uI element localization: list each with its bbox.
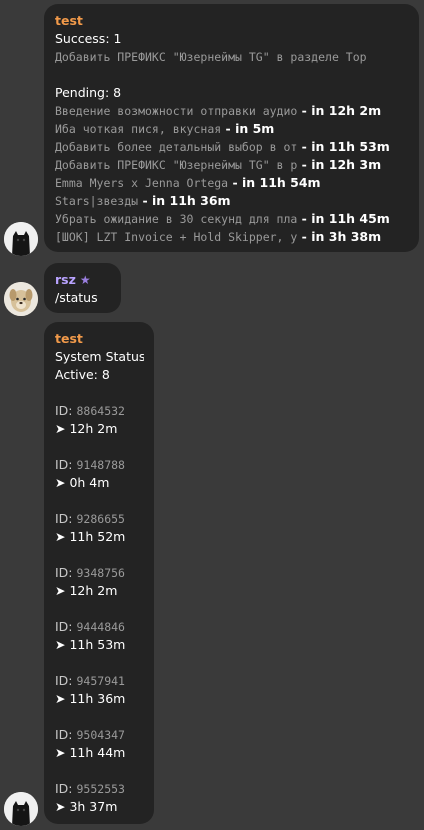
dog-avatar-icon: [4, 282, 38, 316]
pending-item: [ШОК] LZT Invoice + Hold Skipper, у - in…: [55, 228, 409, 246]
pending-item-text: Добавить ПРЕФИКС "Юзернеймы TG" в р: [55, 158, 298, 172]
status-entry-time: ➤ 3h 37m: [55, 799, 118, 814]
message-bubble-bot-report[interactable]: test Success: 1 Добавить ПРЕФИКС "Юзерне…: [44, 4, 419, 252]
pending-item-text: Иба чоткая пися, вкусная: [55, 122, 222, 136]
pending-item: Введение возможности отправки аудио - in…: [55, 102, 409, 120]
status-entry-time: ➤ 11h 36m: [55, 691, 126, 706]
id-value: 9552553: [76, 782, 125, 796]
user-avatar[interactable]: [4, 282, 38, 316]
success-item: Добавить ПРЕФИКС "Юзернеймы TG" в раздел…: [55, 50, 367, 64]
pending-item-text: [ШОК] LZT Invoice + Hold Skipper, у: [55, 230, 298, 244]
id-label: ID:: [55, 781, 77, 796]
pending-item: Emma Myers x Jenna Ortega - in 11h 54m: [55, 174, 409, 192]
success-label: Success: 1: [55, 31, 122, 46]
chat-view: test Success: 1 Добавить ПРЕФИКС "Юзерне…: [0, 0, 424, 830]
active-count: Active: 8: [55, 367, 110, 382]
message-bubble-system-status[interactable]: test System Status Active: 8 ID: 8864532…: [44, 322, 154, 824]
pending-item: Stars|звезды - in 11h 36m: [55, 192, 409, 210]
pending-label: Pending: 8: [55, 85, 122, 100]
id-label: ID:: [55, 727, 77, 742]
sender-name[interactable]: test: [55, 330, 144, 348]
id-label: ID:: [55, 619, 77, 634]
status-entry-id: ID: 9552553: [55, 780, 144, 798]
id-label: ID:: [55, 457, 77, 472]
bot-avatar[interactable]: [4, 792, 38, 826]
star-icon: ★: [79, 273, 91, 287]
pending-item-eta: - in 11h 54m: [228, 175, 321, 190]
pending-item-eta: - in 11h 45m: [297, 211, 390, 226]
sender-name[interactable]: rsz: [55, 272, 76, 287]
status-entry-id: ID: 9504347: [55, 726, 144, 744]
status-entry-time: ➤ 12h 2m: [55, 421, 118, 436]
pending-item: Добавить ПРЕФИКС "Юзернеймы TG" в р - in…: [55, 156, 409, 174]
id-value: 9348756: [76, 566, 125, 580]
id-value: 9457941: [76, 674, 125, 688]
id-value: 9286655: [76, 512, 125, 526]
pending-item-text: Emma Myers x Jenna Ortega: [55, 176, 229, 190]
status-entry-time: ➤ 12h 2m: [55, 583, 118, 598]
id-value: 9444846: [76, 620, 125, 634]
id-value: 9504347: [76, 728, 125, 742]
status-entry-time: ➤ 11h 52m: [55, 529, 126, 544]
pending-item-eta: - in 11h 53m: [297, 139, 390, 154]
status-entry-id: ID: 9348756: [55, 564, 144, 582]
id-label: ID:: [55, 511, 77, 526]
id-label: ID:: [55, 673, 77, 688]
sender-name[interactable]: test: [55, 12, 409, 30]
id-value: 9148788: [76, 458, 125, 472]
status-entry-time: ➤ 11h 44m: [55, 745, 126, 760]
status-entry-time: ➤ 11h 53m: [55, 637, 126, 652]
id-value: 8864532: [76, 404, 125, 418]
status-title: System Status: [55, 349, 144, 364]
sender-row: rsz ★: [55, 271, 111, 289]
pending-item-eta: - in 12h 2m: [297, 103, 382, 118]
status-entry-id: ID: 9444846: [55, 618, 144, 636]
bot-avatar[interactable]: [4, 222, 38, 256]
id-label: ID:: [55, 403, 77, 418]
status-entry-id: ID: 8864532: [55, 402, 144, 420]
pending-item-text: Убрать ожидание в 30 секунд для пла: [55, 212, 298, 226]
pending-item-text: Stars|звезды: [55, 194, 139, 208]
status-entry-time: ➤ 0h 4m: [55, 475, 110, 490]
message-bubble-user-command[interactable]: rsz ★ /status: [44, 263, 121, 313]
message-text: /status: [55, 290, 98, 305]
pending-item-eta: - in 3h 38m: [297, 229, 382, 244]
status-entry-id: ID: 9148788: [55, 456, 144, 474]
black-cat-icon: [4, 222, 38, 256]
pending-item: Иба чоткая пися, вкусная - in 5m: [55, 120, 409, 138]
status-entry-id: ID: 9457941: [55, 672, 144, 690]
pending-item: Убрать ожидание в 30 секунд для пла - in…: [55, 210, 409, 228]
pending-item: Добавить более детальный выбор в от - in…: [55, 138, 409, 156]
pending-item-eta: - in 5m: [221, 121, 275, 136]
pending-item-text: Добавить более детальный выбор в от: [55, 140, 298, 154]
status-entry-id: ID: 9286655: [55, 510, 144, 528]
id-label: ID:: [55, 565, 77, 580]
black-cat-icon: [4, 792, 38, 826]
pending-item-text: Введение возможности отправки аудио: [55, 104, 298, 118]
pending-item-eta: - in 11h 36m: [138, 193, 231, 208]
pending-item-eta: - in 12h 3m: [297, 157, 382, 172]
